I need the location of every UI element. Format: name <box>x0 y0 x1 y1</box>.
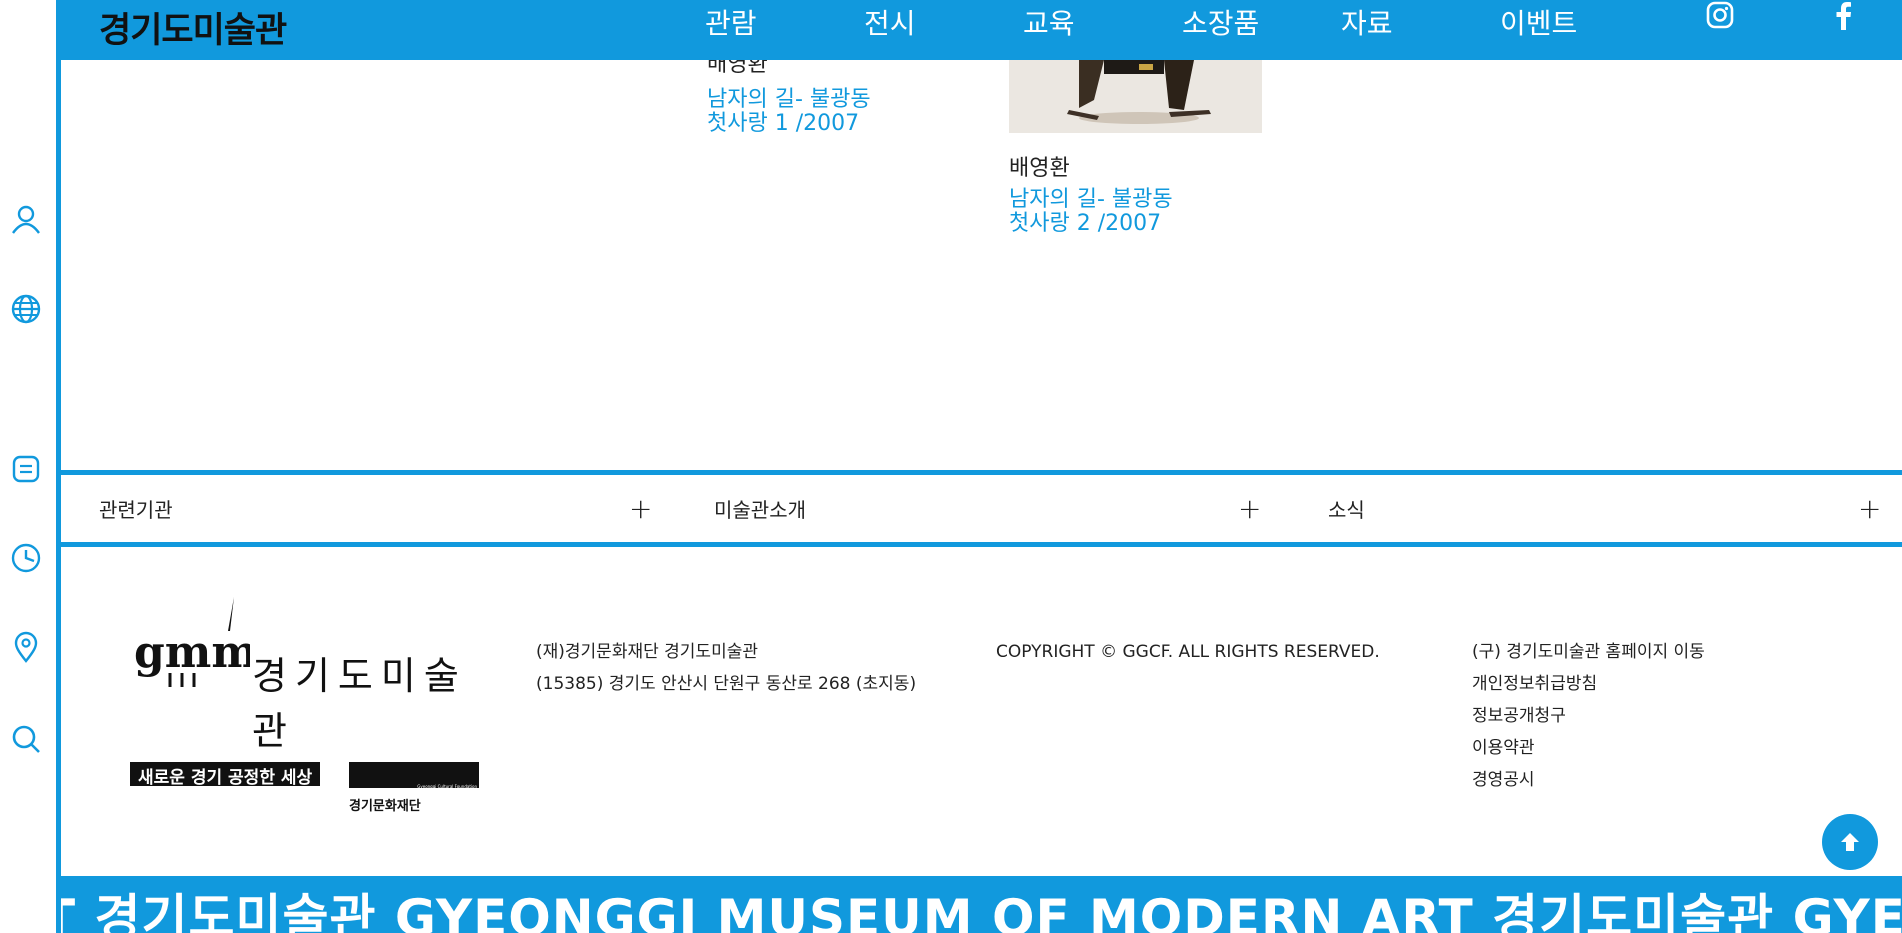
foundation-name-en: Gyeonggi Cultural Foundation <box>417 784 477 789</box>
nav-item-exhibition[interactable]: 전시 <box>864 2 1023 42</box>
artwork-title-link[interactable]: 남자의 길- 불광동 첫사랑 2 /2007 <box>1009 188 1173 236</box>
marquee-text: T 경기도미술관 GYEONGGI MUSEUM OF MODERN ART 경… <box>61 889 1902 933</box>
foundation-name: 경기문화재단 <box>349 799 421 814</box>
org-name: (재)경기문화재단 경기도미술관 <box>536 642 758 662</box>
globe-icon[interactable] <box>9 292 43 326</box>
sculpture-image <box>1009 60 1262 133</box>
footer-menu: 관련기관 + 미술관소개 + 소식 + <box>61 470 1902 547</box>
user-icon[interactable] <box>9 202 43 236</box>
footer-menu-related-orgs[interactable]: 관련기관 + <box>99 475 659 542</box>
gmma-logo-mark: gmma <box>134 597 250 687</box>
plus-icon[interactable]: + <box>1858 492 1881 525</box>
footer-link-disclosure[interactable]: 정보공개청구 <box>1472 700 1705 732</box>
footer-menu-label: 관련기관 <box>99 498 173 522</box>
plus-icon[interactable]: + <box>629 492 652 525</box>
nav-item-archive[interactable]: 자료 <box>1341 2 1500 42</box>
foundation-logo-graphic: Gyeonggi Cultural Foundation <box>349 762 479 789</box>
instagram-icon[interactable] <box>1702 0 1738 30</box>
arrow-up-icon <box>1841 833 1859 851</box>
copyright: COPYRIGHT © GGCF. ALL RIGHTS RESERVED. <box>996 642 1380 662</box>
nav-item-visit[interactable]: 관람 <box>705 2 864 42</box>
footer-menu-about[interactable]: 미술관소개 + <box>714 475 1274 542</box>
logo-mark-text: gmma <box>134 627 250 678</box>
artwork-title-link[interactable]: 남자의 길- 불광동 첫사랑 1 /2007 <box>707 88 871 136</box>
artwork-title-line2[interactable]: 첫사랑 1 /2007 <box>707 112 871 136</box>
footer-logo-text: 경기도미술관 <box>252 654 467 753</box>
footer-link-management[interactable]: 경영공시 <box>1472 764 1705 796</box>
slogan-logo: 새로운 경기 공정한 세상 <box>130 762 321 788</box>
nav-item-education[interactable]: 교육 <box>1023 2 1182 42</box>
address: (15385) 경기도 안산시 단원구 동산로 268 (초지동) <box>536 674 917 694</box>
facebook-icon[interactable] <box>1825 0 1861 30</box>
footer-menu-label: 소식 <box>1328 498 1365 522</box>
footer-menu-label: 미술관소개 <box>714 498 806 522</box>
left-sidebar <box>0 0 61 933</box>
nav-item-collection[interactable]: 소장품 <box>1182 2 1341 42</box>
footer-link-privacy[interactable]: 개인정보취급방침 <box>1472 668 1705 700</box>
list-icon[interactable] <box>9 452 43 486</box>
footer-menu-news[interactable]: 소식 + <box>1328 475 1898 542</box>
footer-links: (구) 경기도미술관 홈페이지 이동 개인정보취급방침 정보공개청구 이용약관 … <box>1472 636 1705 796</box>
main-nav: 관람 전시 교육 소장품 자료 이벤트 <box>705 2 1659 42</box>
artwork-thumbnail[interactable] <box>1009 60 1262 133</box>
footer-logo: gmma 경기도미술관 <box>130 595 480 753</box>
top-header: 경기도미술관 관람 전시 교육 소장품 자료 이벤트 <box>61 0 1902 60</box>
artist-name: 배영환 <box>1009 156 1070 181</box>
clock-icon[interactable] <box>9 541 43 575</box>
location-pin-icon[interactable] <box>9 630 43 664</box>
footer-link-old-homepage[interactable]: (구) 경기도미술관 홈페이지 이동 <box>1472 636 1705 668</box>
artwork-title-line1[interactable]: 남자의 길- 불광동 <box>1009 188 1173 212</box>
footer-link-terms[interactable]: 이용약관 <box>1472 732 1705 764</box>
nav-item-event[interactable]: 이벤트 <box>1500 2 1659 42</box>
site-logo[interactable]: 경기도미술관 <box>99 2 287 53</box>
back-to-top-button[interactable] <box>1822 814 1878 870</box>
footer-address: (재)경기문화재단 경기도미술관 (15385) 경기도 안산시 단원구 동산로… <box>536 636 916 700</box>
artwork-title-line2[interactable]: 첫사랑 2 /2007 <box>1009 212 1173 236</box>
artwork-card[interactable]: 배영환 <box>1009 150 1070 182</box>
artwork-title-line1[interactable]: 남자의 길- 불광동 <box>707 88 871 112</box>
marquee-banner: T 경기도미술관 GYEONGGI MUSEUM OF MODERN ART 경… <box>61 876 1902 933</box>
search-icon[interactable] <box>9 722 43 756</box>
plus-icon[interactable]: + <box>1238 492 1261 525</box>
